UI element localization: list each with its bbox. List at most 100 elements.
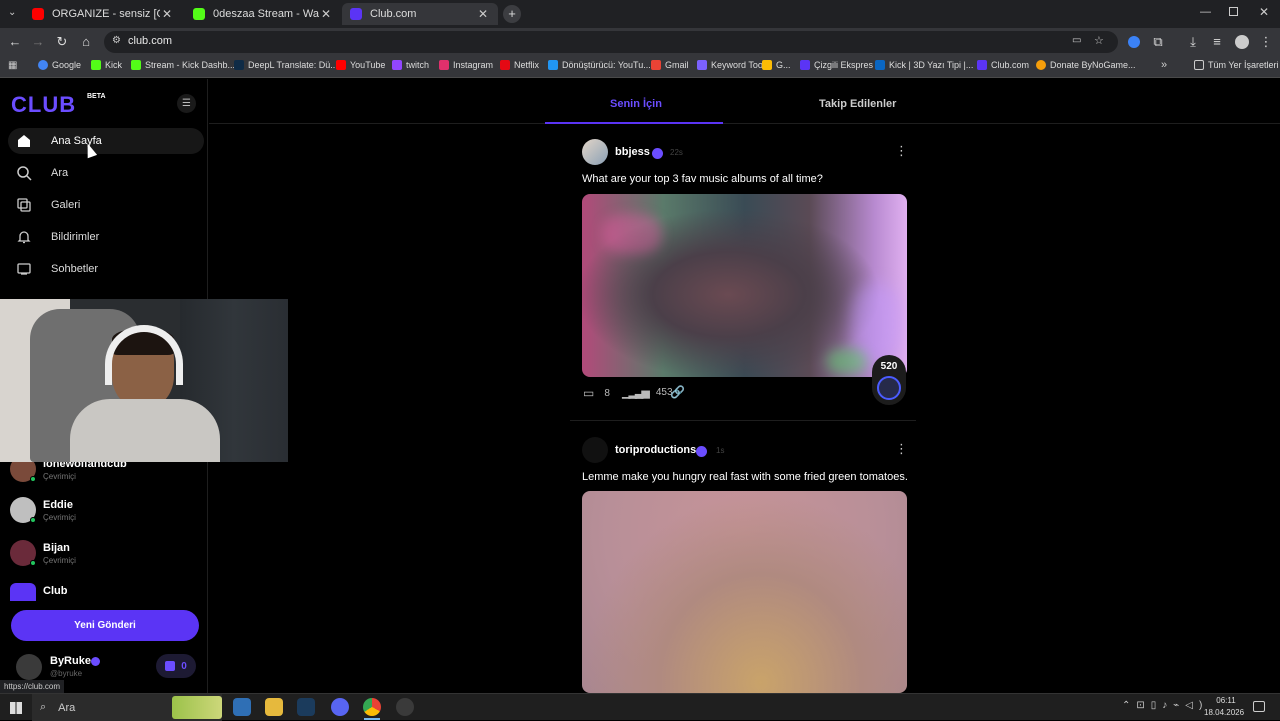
- sidebar-item-chats[interactable]: Sohbetler: [8, 256, 204, 282]
- clock-date[interactable]: 18.04.2026: [1204, 708, 1244, 717]
- comment-button[interactable]: ▭ 8: [583, 386, 610, 400]
- extension-icon[interactable]: [1128, 36, 1140, 48]
- bookmark-bynogame[interactable]: Donate ByNoGame...: [1036, 60, 1136, 70]
- new-post-button[interactable]: Yeni Gönderi: [11, 610, 199, 641]
- taskbar-obs-icon[interactable]: [396, 698, 414, 716]
- bookmark-instagram[interactable]: Instagram: [439, 60, 493, 70]
- bookmark-gmail[interactable]: Gmail: [651, 60, 689, 70]
- browser-tab-youtube[interactable]: ORGANIZE - sensiz [OFFICIAL M... ✕: [24, 3, 182, 25]
- bookmark-youtube[interactable]: YouTube: [336, 60, 385, 70]
- bookmark-google[interactable]: Google: [38, 60, 81, 70]
- close-tab-icon[interactable]: ✕: [160, 7, 174, 21]
- avatar[interactable]: [582, 437, 608, 463]
- comment-icon: ▭: [583, 386, 595, 400]
- tab-following[interactable]: Takip Edilenler: [819, 98, 896, 110]
- all-bookmarks[interactable]: Tüm Yer İşaretleri: [1194, 60, 1279, 70]
- bookmark-club[interactable]: Club.com: [977, 60, 1029, 70]
- club-logo[interactable]: CLUB: [11, 92, 76, 118]
- reload-icon[interactable]: ↻: [53, 33, 71, 51]
- bookmark-converter[interactable]: Dönüştürücü: YouTu...: [548, 60, 651, 70]
- bookmark-twitch[interactable]: twitch: [392, 60, 429, 70]
- bookmark-label: YouTube: [350, 60, 386, 70]
- friend-item[interactable]: Club: [10, 579, 200, 601]
- windows-start-icon[interactable]: [10, 702, 22, 714]
- sidebar-item-home[interactable]: Ana Sayfa: [8, 128, 204, 154]
- post-image[interactable]: [582, 194, 907, 377]
- bookmark-star-icon[interactable]: ☆: [1094, 34, 1104, 47]
- profile-avatar[interactable]: [1235, 35, 1249, 49]
- bookmark-cizgili-ekspres[interactable]: Çizgili Ekspres: [800, 60, 873, 70]
- browser-tab-kick[interactable]: 0deszaa Stream - Watch Live on... ✕: [185, 3, 341, 25]
- back-icon[interactable]: ←: [6, 33, 24, 51]
- tray-icons[interactable]: ⌃⊡▯♪⌁◁): [1122, 700, 1208, 711]
- bookmark-kick-3d[interactable]: Kick | 3D Yazı Tipi |...: [875, 60, 973, 70]
- sidebar-item-search[interactable]: Ara: [8, 160, 204, 186]
- taskbar-discord-icon[interactable]: [331, 698, 349, 716]
- bookmark-netflix[interactable]: Netflix: [500, 60, 539, 70]
- tab-title: Club.com: [370, 8, 417, 20]
- avatar[interactable]: [582, 139, 608, 165]
- taskbar-search[interactable]: ⌕ Ara: [32, 694, 222, 721]
- close-tab-icon[interactable]: ✕: [476, 7, 490, 21]
- more-bookmarks-icon[interactable]: »: [1161, 59, 1167, 71]
- apps-grid-icon[interactable]: ▦: [8, 60, 17, 71]
- tip-badge[interactable]: 520: [872, 355, 906, 405]
- close-window-icon[interactable]: ✕: [1259, 5, 1269, 19]
- menu-kebab-icon[interactable]: ⋮: [1257, 33, 1275, 51]
- browser-tab-club[interactable]: Club.com ✕: [342, 3, 498, 25]
- post-image[interactable]: [582, 491, 907, 693]
- online-indicator: [30, 517, 36, 523]
- post-author[interactable]: toriproductions: [615, 444, 696, 456]
- site-settings-icon[interactable]: ⚙: [112, 35, 121, 46]
- friend-status: Çevrimiçi: [43, 556, 76, 565]
- webcam-person-body: [70, 399, 220, 462]
- bookmark-label: Instagram: [453, 60, 494, 70]
- post-menu-icon[interactable]: ⋮: [895, 143, 908, 159]
- friend-item[interactable]: Eddie Çevrimiçi: [10, 493, 200, 525]
- bookmark-keyword-tool[interactable]: Keyword Tool: [697, 60, 765, 70]
- taskbar-chrome-icon[interactable]: [363, 698, 381, 716]
- current-user[interactable]: ByRuke @byruke 0: [16, 652, 200, 682]
- download-icon[interactable]: ⤓: [1184, 33, 1202, 51]
- post-time: 22s: [670, 148, 683, 157]
- search-icon: [17, 166, 32, 181]
- windows-taskbar: ⌕ Ara ⌃⊡▯♪⌁◁) 06:11 18.04.2026: [0, 693, 1280, 721]
- home-icon[interactable]: ⌂: [77, 33, 95, 51]
- chat-icon: [17, 263, 31, 275]
- cast-icon[interactable]: ▭: [1072, 35, 1081, 46]
- bookmark-kick[interactable]: Kick: [91, 60, 122, 70]
- extensions-puzzle-icon[interactable]: ⧉: [1149, 33, 1167, 51]
- post: toriproductions 1s ⋮ Lemme make you hung…: [570, 435, 916, 695]
- tab-for-you[interactable]: Senin İçin: [610, 98, 662, 110]
- coin-balance[interactable]: 0: [156, 654, 196, 678]
- bell-icon: [17, 231, 31, 244]
- user-name: ByRuke: [50, 655, 91, 667]
- bookmark-kick-dashboard[interactable]: Stream - Kick Dashb...: [131, 60, 235, 70]
- clock-time[interactable]: 06:11: [1211, 696, 1241, 705]
- bookmark-deepl[interactable]: DeepL Translate: Dü...: [234, 60, 338, 70]
- sidebar-item-notifications[interactable]: Bildirimler: [8, 224, 204, 250]
- share-link-button[interactable]: 🔗: [670, 385, 685, 399]
- friend-item[interactable]: Bijan Çevrimiçi: [10, 536, 200, 568]
- warning-icon: [762, 60, 772, 70]
- forward-icon[interactable]: →: [29, 33, 47, 51]
- bookmark-g[interactable]: G...: [762, 60, 791, 70]
- online-indicator: [30, 476, 36, 482]
- taskbar-steam-icon[interactable]: [297, 698, 315, 716]
- sidebar-item-gallery[interactable]: Galeri: [8, 192, 204, 218]
- address-bar[interactable]: ⚙ club.com ▭ ☆: [104, 31, 1118, 53]
- sidebar-menu-button[interactable]: ☰: [177, 94, 196, 113]
- media-icon[interactable]: ≡: [1208, 33, 1226, 51]
- new-tab-button[interactable]: +: [503, 5, 521, 23]
- post-author[interactable]: bbjess: [615, 146, 650, 158]
- restore-icon[interactable]: [1229, 7, 1238, 16]
- post-menu-icon[interactable]: ⋮: [895, 441, 908, 457]
- minimize-icon[interactable]: —: [1200, 6, 1211, 18]
- close-tab-icon[interactable]: ✕: [319, 7, 333, 21]
- coin-count: 0: [181, 660, 187, 672]
- tab-list-chevron-icon[interactable]: ⌄: [8, 7, 16, 18]
- post-text: Lemme make you hungry real fast with som…: [582, 471, 908, 483]
- taskbar-file-explorer-icon[interactable]: [265, 698, 283, 716]
- taskbar-app-settings-icon[interactable]: [233, 698, 251, 716]
- notification-center-icon[interactable]: [1253, 701, 1265, 712]
